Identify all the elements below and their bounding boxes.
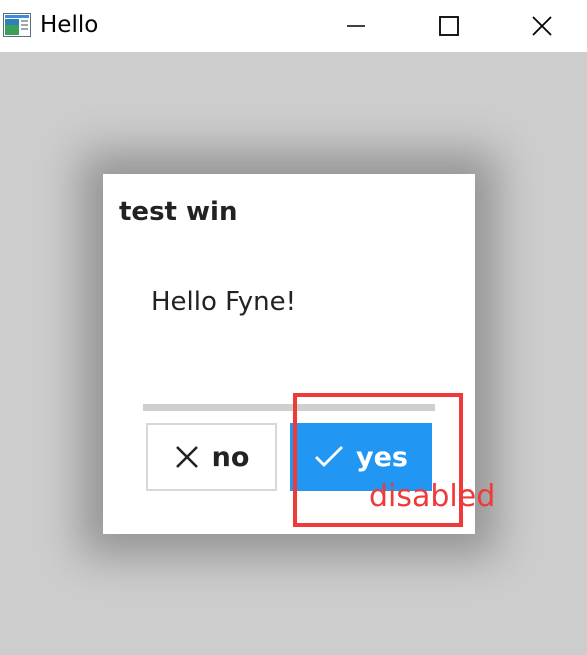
no-button[interactable]: no: [146, 423, 277, 491]
maximize-icon: [439, 16, 459, 36]
minimize-button[interactable]: [333, 0, 379, 52]
dialog-message: Hello Fyne!: [151, 287, 297, 317]
close-window-button[interactable]: [519, 0, 565, 52]
app-window: Hello test win Hello Fyne! no yes disabl…: [0, 0, 587, 655]
window-title: Hello: [40, 12, 99, 38]
annotation-label: disabled: [369, 479, 496, 514]
maximize-button[interactable]: [426, 0, 472, 52]
no-button-label: no: [211, 441, 250, 473]
app-icon: [3, 13, 31, 37]
title-bar[interactable]: Hello: [0, 0, 587, 52]
minimize-icon: [347, 25, 365, 27]
close-icon: [532, 16, 552, 36]
dialog-title: test win: [119, 197, 238, 227]
close-icon: [174, 444, 200, 470]
